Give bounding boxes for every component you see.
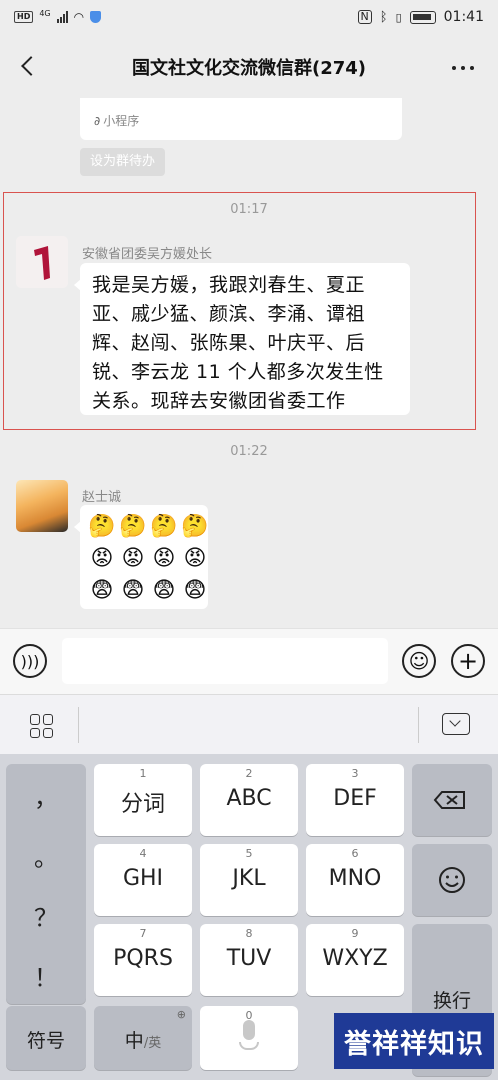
key-3[interactable]: 3 DEF	[306, 764, 404, 836]
chevron-left-icon	[21, 56, 41, 76]
nfc-icon: N	[357, 10, 372, 24]
key-5[interactable]: 5 JKL	[200, 844, 298, 916]
emoji: 😡	[121, 546, 145, 571]
emoji: 😨	[183, 578, 207, 603]
emoji-grid: 🤔 🤔 🤔 🤔 😡 😡 😡 😡 😨 😨 😨 😨	[88, 513, 208, 605]
network-type: 4G	[39, 8, 51, 18]
signal-icon	[56, 11, 68, 23]
emoji: 🤔	[119, 514, 147, 539]
status-right: N ᛒ ▯ 01:41	[357, 9, 484, 25]
sender-name: 安徽省团委吴方媛处长	[82, 247, 213, 262]
sender-name: 赵士诚	[82, 490, 122, 505]
back-button[interactable]	[14, 52, 42, 80]
status-left: HD 4G ◠	[14, 8, 102, 24]
smile-icon	[439, 867, 465, 893]
message-time: 01:17	[230, 202, 268, 217]
space-key[interactable]: 0	[200, 1006, 298, 1070]
language-key[interactable]: 中/英 ⊕	[94, 1006, 192, 1070]
emoji: 😡	[152, 546, 176, 571]
voice-button[interactable]: )))	[13, 644, 47, 678]
clock: 01:41	[443, 9, 484, 25]
key-9[interactable]: 9 WXYZ	[306, 924, 404, 996]
divider	[418, 707, 419, 743]
backspace-icon	[433, 791, 465, 809]
punct-key[interactable]: ，	[6, 778, 86, 813]
message-line: 关系。现辞去安徽团省委工作	[92, 390, 346, 412]
input-bar: ))) ☺ +	[0, 628, 498, 694]
emoji-bubble[interactable]: 🤔 🤔 🤔 🤔 😡 😡 😡 😡 😨 😨 😨 😨	[74, 505, 209, 609]
message-time: 01:22	[230, 444, 268, 459]
emoji: 🤔	[88, 514, 116, 539]
shield-icon	[90, 11, 102, 23]
emoji: 😨	[152, 578, 176, 603]
more-button[interactable]	[452, 66, 474, 70]
mic-icon	[243, 1020, 255, 1040]
avatar[interactable]	[16, 236, 68, 288]
plus-icon: +	[457, 647, 479, 675]
keyboard-hide-icon[interactable]	[442, 713, 470, 735]
symbol-key[interactable]: 符号	[6, 1006, 86, 1070]
key-4[interactable]: 4 GHI	[94, 844, 192, 916]
message-line: 亚、戚少猛、颜滨、李涌、谭祖	[92, 303, 366, 325]
emoji-button[interactable]: ☺	[402, 644, 436, 678]
emoji: 😡	[90, 546, 114, 571]
set-todo-button[interactable]: 设为群待办	[80, 148, 166, 176]
avatar-logo-icon	[34, 246, 50, 280]
punct-key[interactable]: 。	[6, 838, 86, 873]
plus-button[interactable]: +	[451, 644, 485, 678]
lang-sub: /英	[143, 1036, 162, 1051]
battery-icon	[409, 10, 436, 24]
status-bar: HD 4G ◠ N ᛒ ▯ 01:41	[0, 0, 498, 36]
more-dots-icon	[452, 66, 456, 70]
mini-program-label: ∂ 小程序	[94, 114, 140, 128]
avatar[interactable]	[16, 480, 68, 532]
chat-title: 国文社文化交流微信群(274)	[131, 58, 367, 79]
keyboard-toolbar	[0, 694, 498, 754]
hd-badge: HD	[14, 11, 34, 23]
emoji: 🤔	[150, 514, 178, 539]
punctuation-column[interactable]: ， 。 ？ ！	[6, 764, 86, 1004]
message-bubble[interactable]: 我是吴方媛，我跟刘春生、夏正 亚、戚少猛、颜滨、李涌、谭祖 辉、赵闯、张陈果、叶…	[74, 263, 410, 415]
emoji-key[interactable]	[412, 844, 492, 916]
smile-icon: ☺	[408, 649, 430, 673]
emoji: 🤔	[181, 514, 209, 539]
mini-program-card[interactable]: ∂ 小程序	[80, 98, 402, 140]
key-1[interactable]: 1 分词	[94, 764, 192, 836]
lang-main: 中	[124, 1030, 144, 1052]
vibrate-icon: ▯	[395, 10, 402, 24]
message-input[interactable]	[62, 638, 388, 684]
emoji: 😨	[90, 578, 114, 603]
punct-key[interactable]: ？	[6, 898, 86, 933]
key-2[interactable]: 2 ABC	[200, 764, 298, 836]
key-7[interactable]: 7 PQRS	[94, 924, 192, 996]
message-line: 锐、李云龙 11 个人都多次发生性	[92, 361, 384, 383]
chat-header: 国文社文化交流微信群(274)	[0, 36, 498, 98]
emoji: 😡	[183, 546, 207, 571]
bluetooth-icon: ᛒ	[379, 9, 388, 25]
message-line: 辉、赵闯、张陈果、叶庆平、后	[92, 332, 366, 354]
globe-icon: ⊕	[176, 1008, 186, 1021]
divider	[78, 707, 79, 743]
wifi-icon: ◠	[73, 10, 85, 24]
key-8[interactable]: 8 TUV	[200, 924, 298, 996]
voice-icon: )))	[20, 651, 40, 671]
emoji: 😨	[121, 578, 145, 603]
chat-area[interactable]: ∂ 小程序 设为群待办 01:17 安徽省团委吴方媛处长 我是吴方媛，我跟刘春生、…	[0, 98, 498, 628]
message-line: 我是吴方媛，我跟刘春生、夏正	[92, 274, 366, 296]
key-6[interactable]: 6 MNO	[306, 844, 404, 916]
watermark: 誉祥祥知识	[334, 1013, 494, 1069]
mini-program-icon: ∂	[94, 114, 101, 128]
backspace-key[interactable]	[412, 764, 492, 836]
keyboard-menu-icon[interactable]	[30, 714, 54, 738]
punct-key[interactable]: ！	[6, 958, 86, 993]
